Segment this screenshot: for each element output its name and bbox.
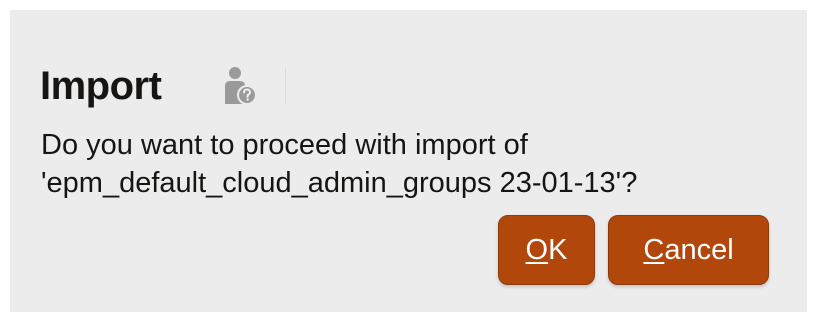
dialog-title: Import (40, 63, 162, 108)
ok-button[interactable]: OK (498, 215, 595, 285)
import-dialog: Import Do you want to proceed with impor… (10, 10, 807, 312)
header-divider (285, 67, 287, 105)
ok-label-rest: K (548, 233, 568, 266)
cancel-label-rest: ancel (664, 233, 734, 266)
dialog-header: Import (40, 58, 287, 114)
cancel-button[interactable]: Cancel (608, 215, 769, 285)
dialog-message: Do you want to proceed with import of 'e… (41, 126, 637, 202)
ok-mnemonic: O (525, 233, 549, 266)
cancel-mnemonic: C (643, 233, 665, 266)
user-help-icon[interactable] (219, 64, 259, 108)
user-help-icon-graphic (225, 67, 258, 105)
message-line-2: 'epm_default_cloud_admin_groups 23-01-13… (41, 167, 638, 199)
message-line-1: Do you want to proceed with import of (41, 129, 528, 161)
